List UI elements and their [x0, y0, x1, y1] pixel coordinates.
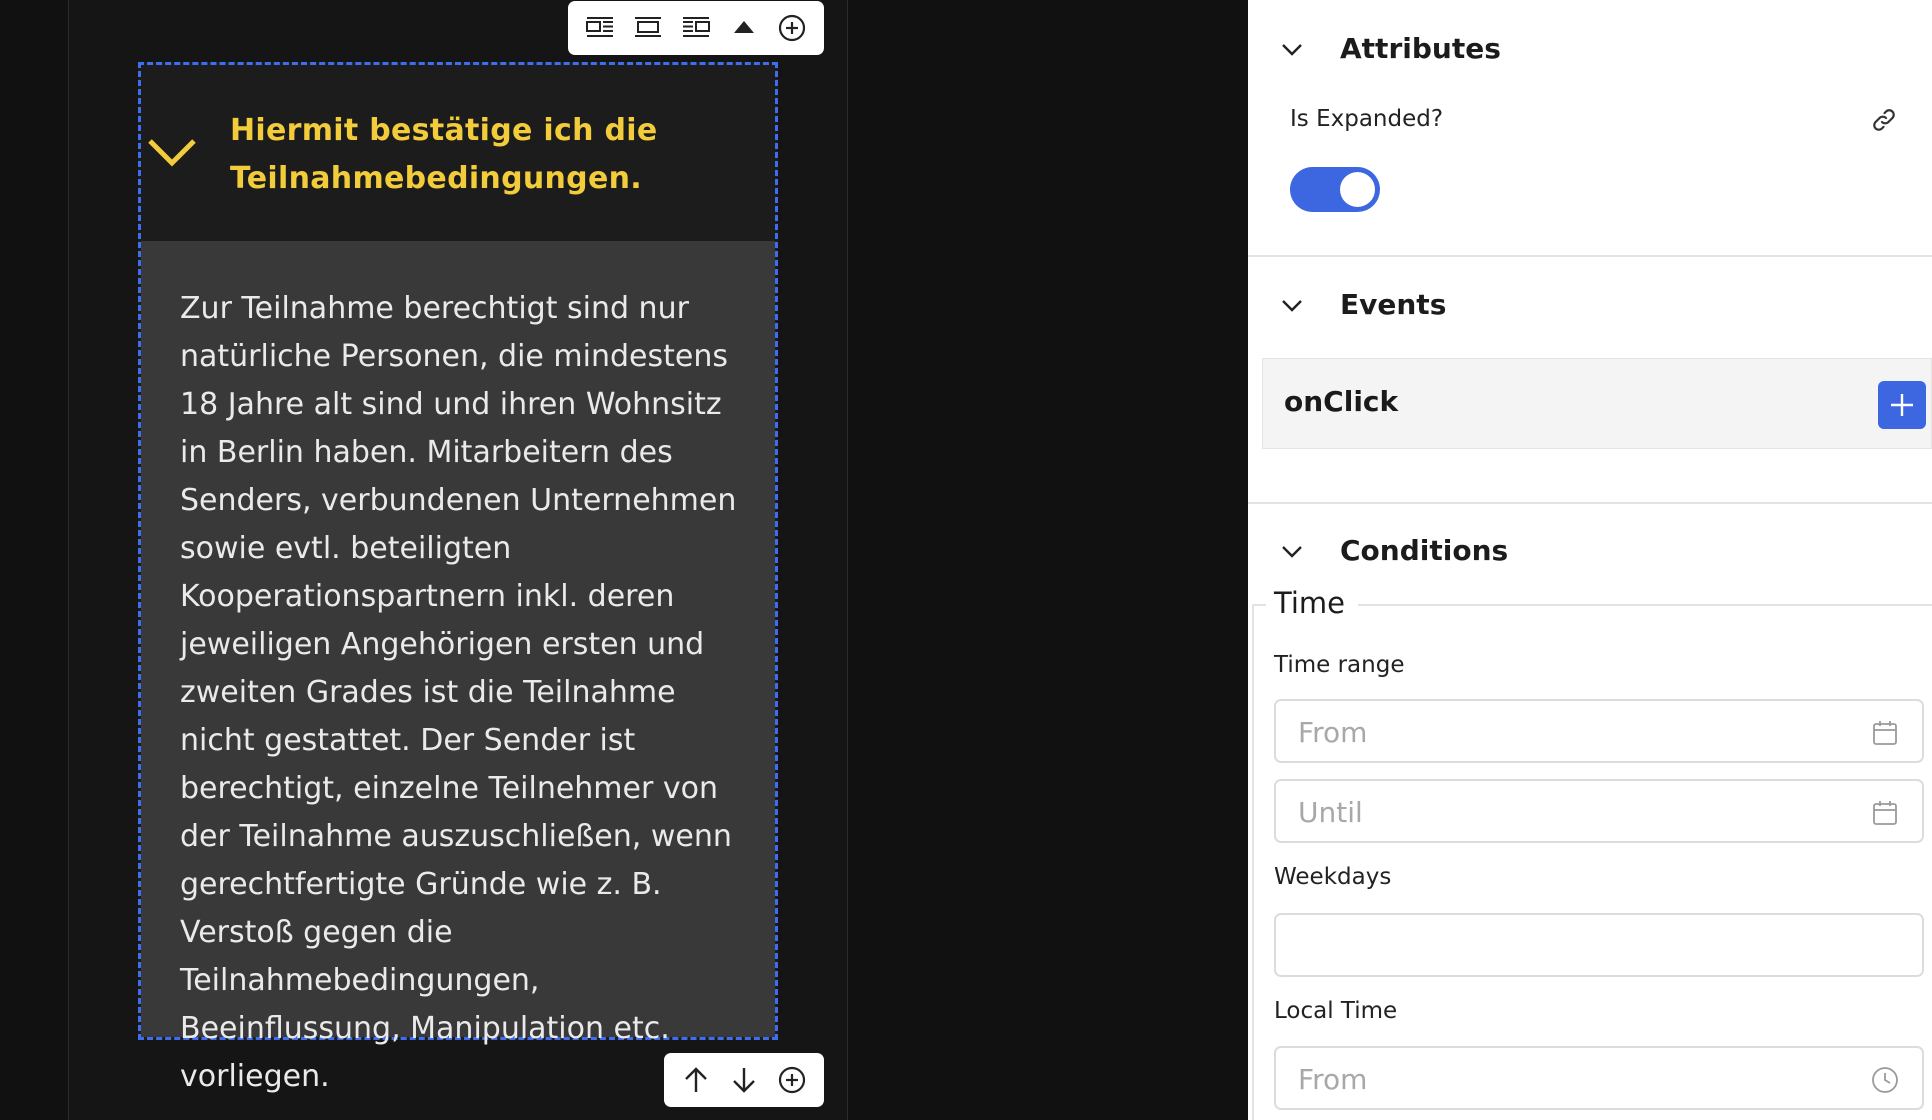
align-right-icon[interactable]	[677, 9, 715, 47]
add-circle-icon[interactable]	[773, 9, 811, 47]
section-divider	[1248, 502, 1932, 504]
conditions-title: Conditions	[1340, 534, 1509, 567]
add-circle-icon[interactable]	[773, 1061, 811, 1099]
chevron-down-icon	[148, 139, 196, 167]
calendar-icon[interactable]	[1870, 718, 1900, 748]
local-time-label: Local Time	[1274, 998, 1398, 1024]
fieldset-border	[1252, 604, 1254, 1120]
placeholder: Until	[1298, 796, 1363, 829]
align-center-icon[interactable]	[629, 9, 667, 47]
time-legend: Time	[1274, 586, 1345, 620]
plus-icon	[1891, 394, 1913, 416]
accordion-body-text: Zur Teilnahme berechtigt sind nur natürl…	[180, 291, 737, 1094]
chevron-down-icon	[1282, 43, 1302, 56]
time-range-label: Time range	[1274, 652, 1405, 678]
section-divider	[1248, 255, 1932, 257]
events-section-toggle[interactable]: Events	[1278, 288, 1446, 321]
time-range-from-input[interactable]: From	[1274, 699, 1924, 763]
clock-icon[interactable]	[1870, 1065, 1900, 1095]
placeholder: From	[1298, 1063, 1368, 1096]
is-expanded-toggle[interactable]	[1290, 167, 1380, 212]
calendar-icon[interactable]	[1870, 798, 1900, 828]
arrow-down-icon[interactable]	[725, 1061, 763, 1099]
weekdays-select[interactable]	[1274, 913, 1924, 977]
arrow-up-icon[interactable]	[677, 1061, 715, 1099]
event-row-onclick: onClick	[1262, 358, 1932, 449]
local-time-from-input[interactable]: From	[1274, 1046, 1924, 1110]
link-icon[interactable]	[1870, 106, 1898, 134]
attributes-section-toggle[interactable]: Attributes	[1278, 32, 1501, 65]
chevron-down-icon	[1282, 545, 1302, 558]
accordion[interactable]: Hiermit bestätige ich die Teilnahmebedin…	[138, 62, 778, 1094]
event-label: onClick	[1284, 385, 1399, 418]
editor-canvas: Hiermit bestätige ich die Teilnahmebedin…	[0, 0, 1248, 1120]
attributes-title: Attributes	[1340, 32, 1501, 65]
align-left-icon[interactable]	[581, 9, 619, 47]
fieldset-border	[1358, 604, 1932, 606]
accordion-body: Zur Teilnahme berechtigt sind nur natürl…	[141, 241, 775, 1094]
properties-panel: Attributes Is Expanded? Events onClick C…	[1248, 0, 1932, 1120]
add-event-button[interactable]	[1878, 381, 1926, 429]
time-range-until-input[interactable]: Until	[1274, 779, 1924, 843]
element-move-toolbar	[664, 1053, 824, 1107]
placeholder: From	[1298, 716, 1368, 749]
accordion-title: Hiermit bestätige ich die Teilnahmebedin…	[230, 113, 658, 196]
accordion-header[interactable]: Hiermit bestätige ich die Teilnahmebedin…	[141, 65, 775, 241]
is-expanded-label: Is Expanded?	[1290, 106, 1444, 132]
chevron-down-icon	[1282, 299, 1302, 312]
fieldset-border	[1252, 604, 1266, 606]
events-title: Events	[1340, 288, 1447, 321]
conditions-section-toggle[interactable]: Conditions	[1278, 534, 1508, 567]
weekdays-label: Weekdays	[1274, 864, 1392, 890]
triangle-up-icon[interactable]	[725, 9, 763, 47]
element-toolbar	[568, 1, 824, 55]
toggle-knob	[1340, 172, 1375, 207]
